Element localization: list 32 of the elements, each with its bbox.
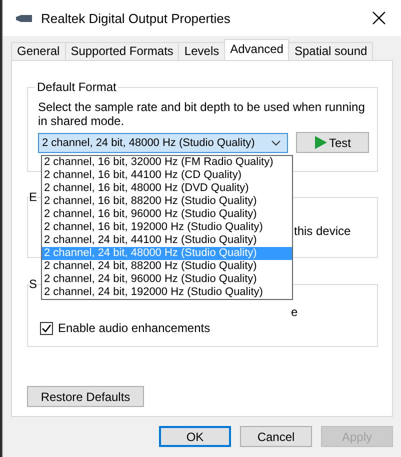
test-button[interactable]: Test xyxy=(296,132,369,153)
speaker-icon xyxy=(15,14,33,22)
dialog-button[interactable]: Cancel xyxy=(240,426,312,447)
dropdown-option[interactable]: 2 channel, 16 bit, 96000 Hz (Studio Quality) xyxy=(42,208,292,221)
dropdown-option[interactable]: 2 channel, 24 bit, 192000 Hz (Studio Quality) xyxy=(42,286,292,299)
dropdown-option[interactable]: 2 channel, 16 bit, 48000 Hz (DVD Quality) xyxy=(42,182,292,195)
tab[interactable]: General xyxy=(11,42,66,60)
window-title: Realtek Digital Output Properties xyxy=(41,10,232,26)
option-text: e xyxy=(291,305,298,319)
description-text: Select the sample rate and bit depth to be used when running in shared mode. xyxy=(38,100,366,128)
restore-defaults-button[interactable]: Restore Defaults xyxy=(27,386,144,407)
close-icon[interactable] xyxy=(371,10,387,26)
group-label: S xyxy=(29,277,38,291)
dropdown-option[interactable]: 2 channel, 16 bit, 44100 Hz (CD Quality) xyxy=(42,169,292,182)
group-label: E xyxy=(29,190,38,204)
checkbox-label[interactable]: Enable audio enhancements xyxy=(58,321,210,335)
dropdown-option[interactable]: 2 channel, 16 bit, 32000 Hz (FM Radio Quality) xyxy=(42,156,292,169)
tab[interactable]: Advanced xyxy=(224,39,290,60)
format-dropdown[interactable]: 2 channel, 24 bit, 48000 Hz (Studio Quality) xyxy=(38,132,288,152)
tab[interactable]: Supported Formats xyxy=(64,42,180,60)
dropdown-option[interactable]: 2 channel, 24 bit, 88200 Hz (Studio Quality) xyxy=(42,260,292,273)
play-icon xyxy=(314,136,327,149)
dropdown-option[interactable]: 2 channel, 16 bit, 88200 Hz (Studio Quality) xyxy=(42,195,292,208)
caret-icon xyxy=(271,140,281,146)
tab[interactable]: Spatial sound xyxy=(288,42,374,60)
dropdown-option[interactable]: 2 channel, 16 bit, 192000 Hz (Studio Quality) xyxy=(42,221,292,234)
group-label: Default Format xyxy=(36,80,118,94)
dropdown-option[interactable]: 2 channel, 24 bit, 44100 Hz (Studio Quality) xyxy=(42,234,292,247)
dialog-button[interactable]: OK xyxy=(159,426,231,447)
checkbox[interactable] xyxy=(40,322,53,334)
option-text: this device xyxy=(294,224,351,238)
dropdown-option[interactable]: 2 channel, 24 bit, 96000 Hz (Studio Quality) xyxy=(42,273,292,286)
